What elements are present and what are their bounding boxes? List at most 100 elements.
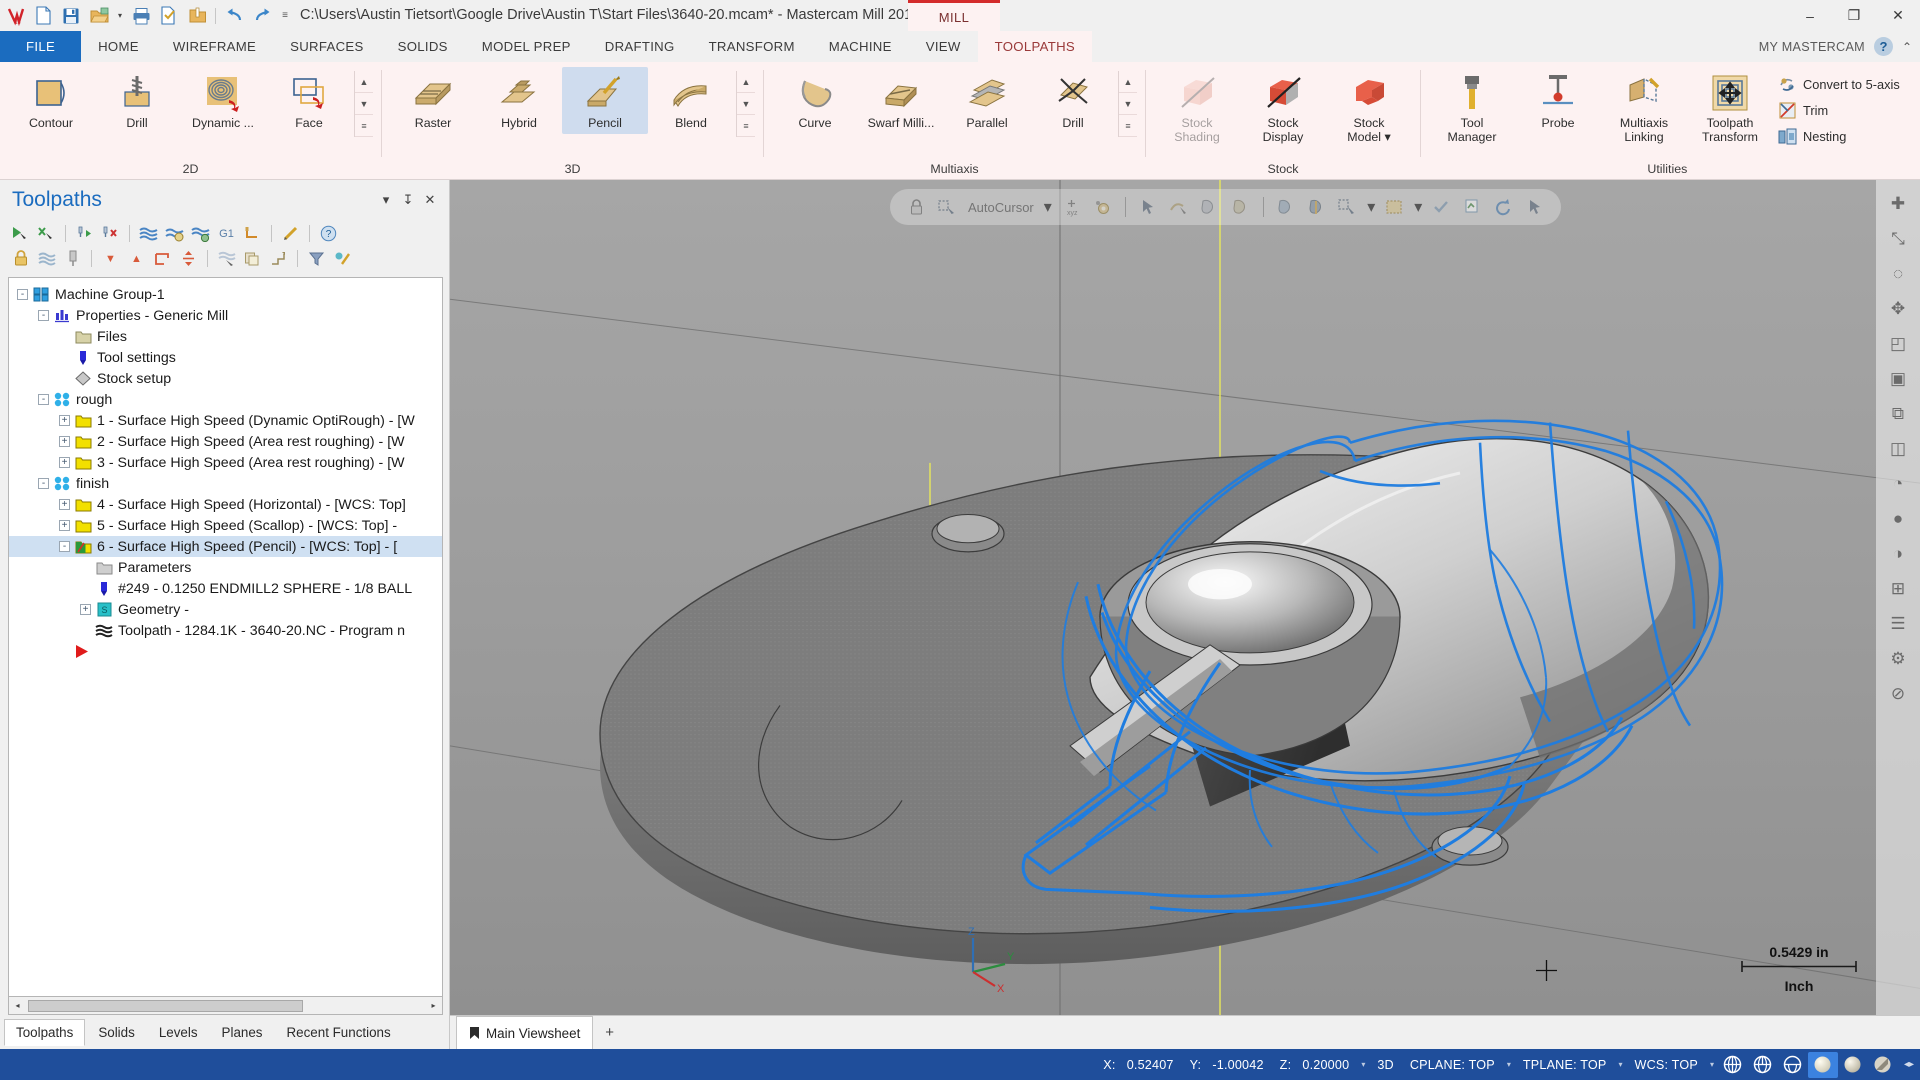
backplot-icon[interactable] — [136, 222, 161, 246]
gallery-scroll-up-icon[interactable]: ▲ — [1119, 71, 1137, 93]
dynamic-rotate-icon[interactable]: ◌ — [1884, 260, 1912, 288]
clear-select-icon[interactable] — [1522, 194, 1548, 220]
autocursor-lock-icon[interactable] — [903, 194, 929, 220]
tree-node[interactable]: + S Geometry - — [9, 599, 442, 620]
tree-node[interactable]: Files — [9, 326, 442, 347]
scroll-right-arrow[interactable]: ▸ — [425, 998, 442, 1014]
panel-tab-solids[interactable]: Solids — [87, 1020, 145, 1045]
toggle-posting-icon[interactable] — [34, 247, 59, 271]
gallery-expand-icon[interactable]: ≡ — [1119, 115, 1137, 137]
my-mastercam-label[interactable]: MY MASTERCAM — [1759, 40, 1865, 54]
high-feed-icon[interactable] — [240, 222, 265, 246]
panel-close-icon[interactable]: ✕ — [419, 189, 441, 211]
verify-icon[interactable] — [162, 222, 187, 246]
front-view-icon[interactable]: ⧉ — [1884, 400, 1912, 428]
tree-horizontal-scrollbar[interactable]: ◂ ▸ — [8, 997, 443, 1015]
tree-node[interactable]: Parameters — [9, 557, 442, 578]
ribbon-button-nesting[interactable]: Nesting — [1773, 123, 1906, 149]
zoom-window-icon[interactable]: ⤡ — [1884, 225, 1912, 253]
shaded-display-icon[interactable] — [1807, 1051, 1838, 1078]
paste-operation-icon[interactable] — [330, 247, 355, 271]
gallery-expand-icon[interactable]: ≡ — [355, 115, 373, 137]
wcs-dropdown-icon[interactable]: ▾ — [1706, 1060, 1718, 1069]
tree-node[interactable]: - finish — [9, 473, 442, 494]
toggle-toolpath-display-icon[interactable] — [60, 247, 85, 271]
viewport-selection-toolbar[interactable]: AutoCursor ▾ xyz ▾ ▾ — [890, 189, 1561, 225]
select-half-icon[interactable] — [1304, 194, 1330, 220]
selection-mode-icon[interactable] — [1335, 194, 1361, 220]
ribbon-button-swarf-milli[interactable]: Swarf Milli... — [858, 67, 944, 134]
ribbon-tab-model-prep[interactable]: MODEL PREP — [465, 31, 588, 62]
tree-node[interactable]: +1 - Surface High Speed (Dynamic OptiRou… — [9, 410, 442, 431]
new-toolpath-group-icon[interactable] — [150, 247, 175, 271]
tree-collapse-icon[interactable]: - — [59, 541, 70, 552]
ribbon-tab-toolpaths[interactable]: TOOLPATHS — [977, 31, 1092, 62]
ribbon-button-curve[interactable]: Curve — [772, 67, 858, 134]
hidden-line-display-icon[interactable] — [1748, 1052, 1778, 1078]
machine-group-icon[interactable] — [214, 247, 239, 271]
tree-collapse-icon[interactable]: - — [38, 478, 49, 489]
tree-node[interactable]: - rough — [9, 389, 442, 410]
simulate-stock-model-icon[interactable] — [188, 222, 213, 246]
redo-icon[interactable] — [249, 4, 275, 28]
ribbon-gallery-scroll[interactable]: ▲ ▼ ≡ — [736, 71, 755, 137]
tree-expand-icon[interactable]: + — [59, 499, 70, 510]
status-cplane[interactable]: CPLANE: TOP — [1402, 1058, 1503, 1072]
zip2go-icon[interactable] — [184, 4, 210, 28]
ribbon-button-tool-manager[interactable]: Tool Manager — [1429, 67, 1515, 147]
expand-collapse-icon[interactable] — [176, 247, 201, 271]
select-wireframe-icon[interactable] — [1166, 194, 1192, 220]
move-down-icon[interactable]: ▼ — [98, 247, 123, 271]
toolpaths-tree[interactable]: - Machine Group-1- Properties - Generic Mi… — [8, 277, 443, 997]
product-tab-mill[interactable]: MILL — [908, 0, 1000, 31]
scroll-thumb[interactable] — [28, 999, 303, 1012]
add-viewsheet-button[interactable]: + — [593, 1024, 626, 1041]
ribbon-button-raster[interactable]: Raster — [390, 67, 476, 134]
tree-expand-icon[interactable]: + — [59, 415, 70, 426]
ribbon-button-blend[interactable]: Blend — [648, 67, 734, 134]
tree-node[interactable]: #249 - 0.1250 ENDMILL2 SPHERE - 1/8 BALL — [9, 578, 442, 599]
g1-post-icon[interactable]: G1 — [214, 222, 239, 246]
status-wcs[interactable]: WCS: TOP — [1627, 1058, 1706, 1072]
move-up-icon[interactable]: ▲ — [124, 247, 149, 271]
ribbon-button-stock-display[interactable]: Stock Display — [1240, 67, 1326, 147]
tree-node[interactable]: +3 - Surface High Speed (Area rest rough… — [9, 452, 442, 473]
print-icon[interactable] — [128, 4, 154, 28]
status-mode-3d[interactable]: 3D — [1369, 1058, 1402, 1072]
analyze-icon[interactable] — [1460, 194, 1486, 220]
hidden-lines-icon[interactable]: ◑ — [1884, 540, 1912, 568]
pan-icon[interactable]: ✥ — [1884, 295, 1912, 323]
tree-node[interactable]: +2 - Surface High Speed (Area rest rough… — [9, 431, 442, 452]
ribbon-tab-view[interactable]: VIEW — [909, 31, 978, 62]
ribbon-tab-drafting[interactable]: DRAFTING — [588, 31, 692, 62]
tree-node[interactable]: - Machine Group-1 — [9, 284, 442, 305]
tree-node[interactable]: - Properties - Generic Mill — [9, 305, 442, 326]
undo-icon[interactable] — [221, 4, 247, 28]
mastercam-logo-icon[interactable]: 18 — [4, 5, 28, 27]
ribbon-button-toolpath-transform[interactable]: Toolpath Transform — [1687, 67, 1773, 147]
panel-tab-toolpaths[interactable]: Toolpaths — [4, 1018, 86, 1046]
minimize-button[interactable]: – — [1788, 0, 1832, 31]
ribbon-button-parallel[interactable]: Parallel — [944, 67, 1030, 134]
tree-expand-icon[interactable]: + — [59, 457, 70, 468]
regenerate-selected-icon[interactable] — [72, 222, 97, 246]
ribbon-button-drill[interactable]: Drill — [94, 67, 180, 134]
ribbon-tab-machine[interactable]: MACHINE — [812, 31, 909, 62]
collapse-ribbon-icon[interactable]: ⌃ — [1902, 40, 1912, 54]
tree-node[interactable]: +4 - Surface High Speed (Horizontal) - [… — [9, 494, 442, 515]
ribbon-tab-transform[interactable]: TRANSFORM — [692, 31, 812, 62]
lock-operations-icon[interactable] — [8, 247, 33, 271]
operation-manager-options-icon[interactable] — [304, 247, 329, 271]
help-operations-icon[interactable]: ? — [316, 222, 341, 246]
tree-collapse-icon[interactable]: - — [17, 289, 28, 300]
gallery-scroll-up-icon[interactable]: ▲ — [355, 71, 373, 93]
deselect-all-operations-icon[interactable] — [34, 222, 59, 246]
ribbon-button-hybrid[interactable]: Hybrid — [476, 67, 562, 134]
status-overflow-icon[interactable]: ◂▸ — [1898, 1059, 1914, 1070]
select-solid-edge-icon[interactable] — [1228, 194, 1254, 220]
panel-tab-recent-functions[interactable]: Recent Functions — [275, 1020, 401, 1045]
gallery-scroll-down-icon[interactable]: ▼ — [355, 93, 373, 115]
cplane-dropdown-icon[interactable]: ▾ — [1503, 1060, 1515, 1069]
top-view-icon[interactable]: ▣ — [1884, 365, 1912, 393]
open-dropdown-icon[interactable]: ▾ — [114, 4, 126, 28]
